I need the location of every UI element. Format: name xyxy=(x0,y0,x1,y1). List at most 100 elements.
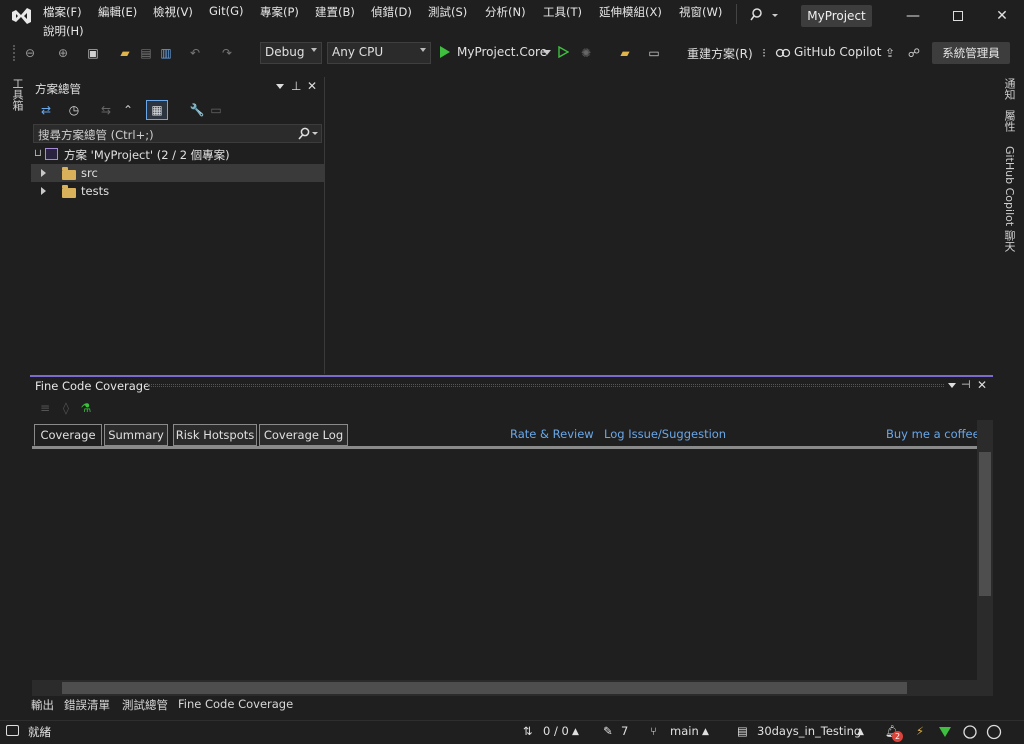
solution-platform-select[interactable]: Any CPU xyxy=(327,42,431,64)
scrollbar-thumb[interactable] xyxy=(979,452,991,596)
startup-project-button[interactable]: MyProject.Core xyxy=(457,45,547,59)
run-coverage-icon[interactable]: ⚗ xyxy=(78,400,94,416)
menu-edit[interactable]: 編輯(E) xyxy=(98,4,137,20)
menu-view[interactable]: 檢視(V) xyxy=(153,4,193,20)
menu-analyze[interactable]: 分析(N) xyxy=(485,4,526,20)
git-changes-count[interactable]: 0 / 0 xyxy=(543,724,569,738)
save-icon[interactable]: ▤ xyxy=(138,45,154,61)
tab-summary[interactable]: Summary xyxy=(104,424,168,446)
hot-reload-icon[interactable]: ✺ xyxy=(578,45,594,61)
overflow-icon[interactable]: ⁝ xyxy=(756,45,772,61)
vertical-scrollbar[interactable] xyxy=(977,420,993,696)
editor-area xyxy=(326,72,994,374)
sort-icon[interactable]: ≡ xyxy=(37,400,53,416)
redo-icon[interactable]: ↷ xyxy=(219,45,235,61)
administrator-badge[interactable]: 系統管理員 xyxy=(932,42,1010,64)
tab-error-list[interactable]: 錯誤清單 xyxy=(64,697,110,713)
toolbox-tab[interactable]: 工具箱 xyxy=(9,78,25,111)
navigate-back-icon[interactable]: ⊖ xyxy=(22,45,38,61)
chevron-down-icon[interactable] xyxy=(948,383,956,389)
git-repository[interactable]: 30days_in_Testing xyxy=(757,724,861,738)
start-without-debugging-icon[interactable] xyxy=(557,46,569,58)
left-tool-strip xyxy=(0,72,28,718)
menu-project[interactable]: 專案(P) xyxy=(260,4,299,20)
vs-extension-icon[interactable] xyxy=(938,726,952,738)
buy-coffee-link[interactable]: Buy me a coffee xyxy=(886,427,980,441)
chevron-up-icon[interactable]: ▲ xyxy=(572,727,579,737)
layout-icon[interactable]: ▭ xyxy=(646,45,662,61)
git-branch[interactable]: main xyxy=(670,724,699,738)
chevron-up-icon[interactable]: ▲ xyxy=(702,727,709,737)
close-window-button[interactable]: ✕ xyxy=(984,4,1020,28)
output-status-icon[interactable] xyxy=(6,725,19,736)
pending-edits-count[interactable]: 7 xyxy=(621,724,628,738)
rate-review-link[interactable]: Rate & Review xyxy=(510,427,594,441)
expand-icon[interactable] xyxy=(41,169,46,177)
new-project-icon[interactable]: ▣ xyxy=(85,45,101,61)
tab-output[interactable]: 輸出 xyxy=(31,697,54,713)
solution-configuration-select[interactable]: Debug xyxy=(260,42,322,64)
unpin-icon[interactable]: ⊣ xyxy=(961,378,971,391)
undo-icon[interactable]: ↶ xyxy=(187,45,203,61)
notifications-tab[interactable]: 通知 xyxy=(1001,78,1017,100)
share-icon[interactable]: ⇪ xyxy=(882,45,898,61)
droplet-icon[interactable]: ◊ xyxy=(58,400,74,416)
menu-help[interactable]: 說明(H) xyxy=(43,23,84,39)
expand-icon[interactable] xyxy=(41,187,46,195)
close-panel-icon[interactable]: ✕ xyxy=(307,79,317,93)
panel-drag-grip[interactable] xyxy=(148,384,944,387)
switch-views-icon[interactable]: ⇄ xyxy=(38,102,54,118)
solution-search-box[interactable]: 搜尋方案總管 (Ctrl+;) xyxy=(33,124,322,143)
properties-wrench-icon[interactable]: 🔧 xyxy=(189,102,205,118)
chevron-up-icon[interactable]: ▲ xyxy=(857,727,864,737)
feedback-icon[interactable]: ☍ xyxy=(906,45,922,61)
copilot-icon xyxy=(775,48,791,58)
menu-test[interactable]: 測試(S) xyxy=(428,4,467,20)
start-debugging-icon[interactable] xyxy=(439,46,451,58)
pin-icon[interactable]: ⊥ xyxy=(291,79,301,93)
open-folder-icon[interactable]: ▰ xyxy=(117,45,133,61)
preview-icon[interactable]: ▭ xyxy=(208,102,224,118)
tab-test-explorer[interactable]: 測試總管 xyxy=(122,697,168,713)
chevron-down-icon[interactable] xyxy=(543,50,551,56)
menu-tools[interactable]: 工具(T) xyxy=(543,4,582,20)
navigate-forward-icon[interactable]: ⊕ xyxy=(55,45,71,61)
menu-debug[interactable]: 偵錯(D) xyxy=(371,4,412,20)
minimize-button[interactable]: — xyxy=(895,4,931,28)
save-all-icon[interactable]: ▥ xyxy=(158,45,174,61)
toolbar-grip[interactable] xyxy=(13,45,15,61)
copilot-chat-tab[interactable]: GitHub Copilot 聊天 xyxy=(1001,146,1017,252)
solution-folder-icon[interactable]: ▰ xyxy=(617,45,633,61)
scrollbar-thumb[interactable] xyxy=(62,682,907,694)
menu-git[interactable]: Git(G) xyxy=(209,4,244,18)
menu-window[interactable]: 視窗(W) xyxy=(679,4,722,20)
pending-changes-filter-icon[interactable]: ◷ xyxy=(66,102,82,118)
show-all-files-button[interactable]: ▦ xyxy=(146,100,168,120)
tab-coverage[interactable]: Coverage xyxy=(34,424,102,446)
search-input[interactable]: 搜尋方案總管 (Ctrl+;) xyxy=(38,127,154,143)
horizontal-scrollbar[interactable] xyxy=(32,680,977,696)
log-issue-link[interactable]: Log Issue/Suggestion xyxy=(604,427,726,441)
tab-risk-hotspots[interactable]: Risk Hotspots xyxy=(173,424,257,446)
collapse-all-icon[interactable]: ⌃ xyxy=(120,102,136,118)
tree-item-tests[interactable]: tests xyxy=(31,182,324,200)
chevron-down-icon[interactable] xyxy=(276,84,284,90)
live-share-icon[interactable]: ⚡ xyxy=(916,724,924,738)
properties-tab[interactable]: 屬性 xyxy=(1001,110,1017,132)
sync-active-document-icon[interactable]: ⇆ xyxy=(98,102,114,118)
menu-file[interactable]: 檔案(F) xyxy=(43,4,82,20)
maximize-button[interactable] xyxy=(940,4,976,28)
close-panel-icon[interactable]: ✕ xyxy=(977,378,987,392)
solution-node[interactable]: ⊔ 方案 'MyProject' (2 / 2 個專案) xyxy=(31,146,324,164)
search-menu-button[interactable] xyxy=(748,6,778,24)
tree-item-src[interactable]: src xyxy=(31,164,324,182)
menu-build[interactable]: 建置(B) xyxy=(315,4,355,20)
circle-status-icon[interactable] xyxy=(986,724,1002,740)
tab-fine-code-coverage[interactable]: Fine Code Coverage xyxy=(178,697,293,711)
rebuild-solution-button[interactable]: 重建方案(R) xyxy=(687,45,753,62)
copilot-status-icon[interactable] xyxy=(962,724,978,740)
project-name-badge[interactable]: MyProject xyxy=(801,5,872,27)
tab-coverage-log[interactable]: Coverage Log xyxy=(259,424,348,446)
github-copilot-button[interactable]: GitHub Copilot xyxy=(794,45,881,59)
menu-extensions[interactable]: 延伸模組(X) xyxy=(599,4,662,20)
